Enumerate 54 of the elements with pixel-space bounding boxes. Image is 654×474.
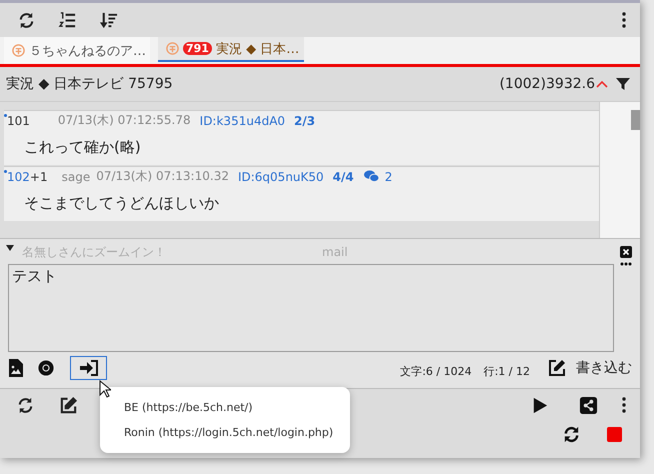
board-icon (166, 42, 179, 55)
post-date: 07/13(木) 07:13:10.32 (96, 168, 229, 185)
login-button[interactable] (70, 356, 107, 380)
refresh-icon[interactable] (17, 10, 36, 30)
post-mail: sage (62, 170, 90, 184)
post-date: 07/13(木) 07:12:55.78 (58, 112, 191, 129)
thread-speed: (1002)3932.6 (499, 76, 595, 92)
refresh-icon[interactable] (16, 396, 35, 414)
sort-descending-icon[interactable] (99, 10, 118, 30)
post-marker-dot (4, 114, 7, 117)
name-field[interactable]: 名無しさんにズームイン！ (22, 245, 192, 259)
edit-icon (548, 359, 566, 377)
scrollbar-thumb[interactable] (631, 110, 640, 130)
message-textarea[interactable]: テスト (8, 264, 614, 352)
stop-icon[interactable] (607, 426, 622, 442)
collapse-triangle-icon[interactable] (6, 245, 14, 251)
id-post-count[interactable]: 2/3 (294, 114, 316, 128)
thread-tab[interactable]: ５ちゃんねるのア… (4, 37, 150, 64)
share-icon[interactable] (579, 396, 598, 414)
submit-button[interactable]: 書き込む (548, 359, 632, 377)
caret-up-icon[interactable] (596, 80, 608, 88)
tab-label: ５ちゃんねるのア… (29, 42, 146, 60)
mail-field[interactable]: mail (322, 245, 382, 259)
reply-count[interactable]: 2 (384, 170, 392, 184)
numbered-list-icon[interactable] (58, 10, 77, 30)
tab-label: 実況 ◆ 日本… (216, 40, 300, 58)
line-count: 行:1 / 12 (484, 364, 530, 378)
more-options-icon[interactable] (620, 262, 632, 266)
board-icon (12, 44, 25, 57)
edit-icon[interactable] (59, 396, 78, 414)
post-text: これって確か(略) (23, 137, 142, 157)
menu-item[interactable]: Ronin (https://login.5ch.net/login.php) (100, 420, 350, 445)
poster-id[interactable]: ID:k351u4dA0 (200, 114, 286, 128)
post-marker-dot (4, 170, 7, 173)
menu-item[interactable]: BE (https://be.5ch.net/) (100, 395, 350, 420)
character-count: 文字:6 / 1024 (400, 364, 472, 378)
image-file-icon[interactable] (8, 359, 24, 377)
id-post-count[interactable]: 4/4 (332, 170, 354, 184)
post-number[interactable]: 102 (7, 170, 30, 184)
unread-count-badge: 791 (183, 42, 212, 55)
thread-tab[interactable]: 791 実況 ◆ 日本… (158, 37, 304, 62)
thread-minimap[interactable] (599, 102, 640, 238)
post-number[interactable]: 101 (7, 114, 30, 128)
reply-plus-count: +1 (30, 170, 48, 184)
more-menu-icon[interactable] (622, 397, 626, 413)
thread-title: 実況 ◆ 日本テレビ 75795 (6, 75, 173, 93)
post-text: そこまでしてうどんほしいか (23, 193, 220, 213)
sync-icon[interactable] (562, 424, 581, 444)
speech-bubbles-icon (364, 170, 379, 183)
login-icon (80, 360, 98, 376)
close-icon[interactable] (620, 246, 632, 258)
filter-icon[interactable] (616, 77, 630, 91)
more-menu-icon[interactable] (622, 12, 626, 28)
poster-id[interactable]: ID:6q05nuK50 (238, 170, 324, 184)
